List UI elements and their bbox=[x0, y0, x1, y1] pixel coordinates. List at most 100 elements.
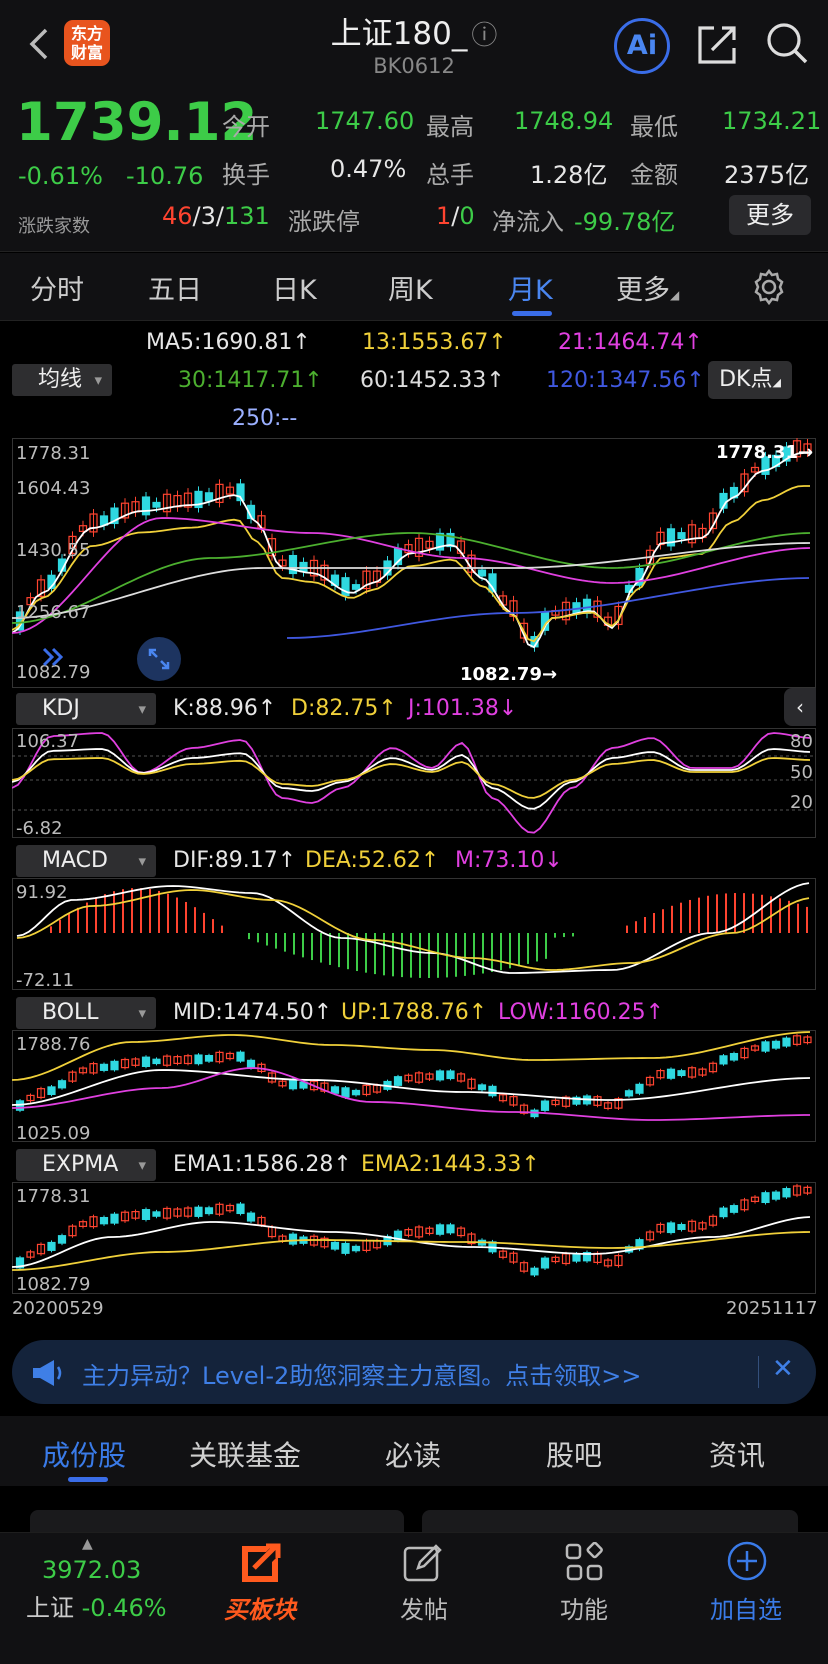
breadth-label: 涨跌家数 bbox=[18, 216, 90, 237]
ma-selector[interactable]: 均线 bbox=[12, 364, 112, 396]
search-icon[interactable] bbox=[764, 20, 810, 66]
boll-candle bbox=[729, 1052, 739, 1061]
change-value: -10.76 bbox=[126, 162, 204, 190]
settings-gear-icon[interactable] bbox=[750, 268, 788, 306]
expma-candle bbox=[729, 1205, 739, 1213]
ma13-value: 13:1553.67↑ bbox=[362, 330, 507, 355]
boll-selector[interactable]: BOLL bbox=[16, 997, 156, 1029]
tab-intraday[interactable]: 分时 bbox=[30, 268, 84, 307]
fullscreen-icon[interactable] bbox=[136, 636, 182, 682]
close-icon[interactable]: ✕ bbox=[772, 1354, 794, 1384]
boll-candle bbox=[540, 1100, 550, 1111]
expma-candle bbox=[204, 1207, 214, 1215]
boll-candle bbox=[393, 1076, 403, 1086]
expma-candle bbox=[246, 1212, 256, 1222]
tab-five-day[interactable]: 五日 bbox=[148, 268, 202, 307]
boll-candle bbox=[341, 1087, 350, 1098]
amount-label: 金额 bbox=[630, 161, 678, 189]
tab-news[interactable]: 资讯 bbox=[709, 1434, 765, 1474]
y-label-max: 1778.31 bbox=[16, 443, 91, 464]
boll-candle bbox=[635, 1083, 644, 1094]
expand-left-icon[interactable] bbox=[32, 642, 72, 672]
nav-buy-sector[interactable]: 买板块 bbox=[210, 1590, 310, 1625]
info-icon[interactable]: ⓘ bbox=[471, 21, 497, 51]
high-value: 1748.94 bbox=[514, 107, 614, 135]
tab-related-funds[interactable]: 关联基金 bbox=[189, 1434, 301, 1474]
expma-candle bbox=[330, 1241, 340, 1250]
functions-grid-icon[interactable] bbox=[564, 1542, 604, 1582]
kdj-chart bbox=[12, 732, 816, 834]
kdj-d: D:82.75↑ bbox=[291, 696, 397, 721]
ma5-line bbox=[12, 452, 810, 649]
share-icon[interactable] bbox=[694, 22, 740, 68]
ma250-value: 250:-- bbox=[232, 406, 298, 431]
date-start: 20200529 bbox=[12, 1298, 104, 1319]
kdj-level-20: 20 bbox=[790, 792, 813, 813]
kline-candle bbox=[351, 584, 361, 590]
index-summary[interactable]: 上证 -0.46% bbox=[26, 1588, 167, 1623]
kdj-j-line bbox=[12, 732, 811, 834]
open-value: 1747.60 bbox=[315, 107, 415, 135]
ma30-line bbox=[12, 532, 811, 624]
boll-candle bbox=[330, 1086, 340, 1094]
tab-daily[interactable]: 日K bbox=[272, 268, 317, 307]
boll-mid: MID:1474.50↑ bbox=[173, 1000, 333, 1025]
boll-candle bbox=[141, 1056, 151, 1068]
tab-constituents[interactable]: 成份股 bbox=[42, 1434, 126, 1474]
macd-top: 91.92 bbox=[16, 882, 68, 903]
tab-weekly[interactable]: 周K bbox=[388, 268, 433, 307]
turnover-label: 换手 bbox=[222, 161, 270, 189]
max-marker: 1778.31→ bbox=[716, 442, 814, 463]
boll-candle bbox=[204, 1054, 214, 1062]
tab-monthly[interactable]: 月K bbox=[508, 268, 553, 307]
tab-more[interactable]: 更多◢ bbox=[616, 268, 679, 307]
expma-candle bbox=[57, 1235, 67, 1244]
banner-text[interactable]: 主力异动？Level-2助您洞察主力意图。点击领取>> bbox=[82, 1356, 642, 1391]
breadth-values: 46/3/131 bbox=[162, 202, 270, 230]
tab-indicator bbox=[512, 311, 552, 316]
turnover-value: 0.47% bbox=[330, 155, 407, 183]
nav-add-watchlist[interactable]: 加自选 bbox=[696, 1590, 796, 1625]
macd-m: M:73.10↓ bbox=[455, 848, 563, 873]
low-label: 最低 bbox=[630, 113, 678, 141]
caret-up-icon: ▲ bbox=[82, 1536, 93, 1552]
boll-candle bbox=[488, 1085, 497, 1097]
ai-button[interactable]: Ai bbox=[614, 18, 670, 74]
more-quote-button[interactable]: 更多 bbox=[729, 195, 811, 235]
kdj-k: K:88.96↑ bbox=[173, 696, 277, 721]
kline-candle bbox=[204, 492, 214, 502]
nav-post[interactable]: 发帖 bbox=[374, 1590, 474, 1625]
edit-post-icon[interactable] bbox=[402, 1542, 444, 1584]
tab-forum[interactable]: 股吧 bbox=[546, 1434, 602, 1474]
kdj-j: J:101.38↓ bbox=[408, 696, 518, 721]
boll-candle bbox=[761, 1041, 770, 1052]
expma-candle bbox=[99, 1216, 109, 1225]
kdj-selector[interactable]: KDJ bbox=[16, 693, 156, 725]
tab-must-read[interactable]: 必读 bbox=[385, 1434, 441, 1474]
expma-candle bbox=[288, 1233, 298, 1245]
boll-candle bbox=[194, 1054, 203, 1065]
expma-candle bbox=[771, 1191, 781, 1200]
boll-candle bbox=[446, 1070, 455, 1080]
buy-sector-icon[interactable] bbox=[236, 1540, 286, 1584]
expma-bottom: 1082.79 bbox=[16, 1274, 91, 1295]
dk-point-button[interactable]: DK点◢ bbox=[708, 361, 792, 399]
limit-label: 涨跌停 bbox=[288, 208, 360, 236]
kline-candle bbox=[677, 532, 686, 540]
kdj-level-50: 50 bbox=[790, 762, 813, 783]
boll-chart bbox=[12, 1031, 812, 1121]
ma30-value: 30:1417.71↑ bbox=[178, 368, 323, 393]
nav-functions[interactable]: 功能 bbox=[534, 1590, 634, 1625]
boll-candle bbox=[782, 1037, 791, 1047]
kdj-bottom: -6.82 bbox=[16, 818, 63, 839]
add-watchlist-icon[interactable] bbox=[726, 1540, 768, 1582]
expma-candle bbox=[110, 1213, 119, 1224]
low-value: 1734.21 bbox=[722, 107, 822, 135]
open-label: 今开 bbox=[222, 113, 270, 141]
expma-selector[interactable]: EXPMA bbox=[16, 1149, 156, 1181]
macd-selector[interactable]: MACD bbox=[16, 845, 156, 877]
boll-low: LOW:1160.25↑ bbox=[498, 1000, 665, 1025]
collapse-arrow-icon[interactable]: ‹ bbox=[784, 688, 816, 726]
expma-candle bbox=[446, 1224, 455, 1234]
index-value[interactable]: 3972.03 bbox=[42, 1556, 141, 1584]
